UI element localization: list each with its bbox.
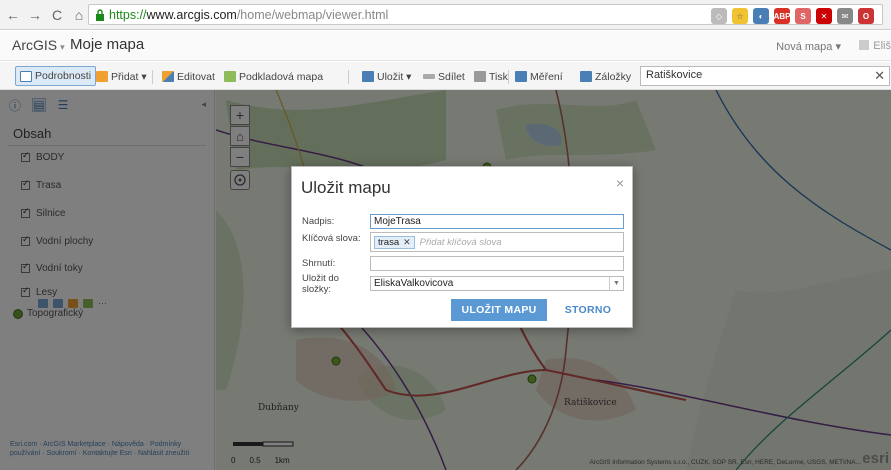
remove-tag-icon[interactable]: ✕ xyxy=(403,237,411,248)
keyword-tag: trasa ✕ xyxy=(374,235,415,249)
back-icon[interactable]: ← xyxy=(4,6,22,24)
user-menu[interactable]: Eliš xyxy=(859,40,891,52)
chevron-down-icon: ▾ xyxy=(60,42,65,52)
reload-icon[interactable]: C xyxy=(48,6,66,24)
url-path: /home/webmap/viewer.html xyxy=(236,7,389,22)
close-icon[interactable]: × xyxy=(616,175,624,191)
details-button[interactable]: Podrobnosti xyxy=(15,66,97,86)
user-icon xyxy=(859,40,870,50)
print-button[interactable]: Tisk xyxy=(474,68,508,85)
folder-select[interactable]: EliskaValkovicova ▼ xyxy=(370,276,624,291)
share-button[interactable]: Sdílet xyxy=(423,68,465,85)
edit-button[interactable]: Editovat xyxy=(162,68,215,85)
summary-label: Shrnutí: xyxy=(302,258,336,269)
flag-icon[interactable]: ✕ xyxy=(816,8,832,24)
toolbar-divider xyxy=(152,70,153,84)
folder-label-line: složky: xyxy=(302,284,332,295)
opera-icon[interactable]: O xyxy=(858,8,874,24)
bookmarks-button[interactable]: Záložky xyxy=(580,68,631,85)
share-label: Sdílet xyxy=(438,70,465,83)
save-label: Uložit ▾ xyxy=(377,70,412,83)
user-name: Eliš xyxy=(873,40,891,52)
keyword-tag-label: trasa xyxy=(378,236,400,248)
basemap-label: Podkladová mapa xyxy=(239,70,324,83)
folder-label-line: Uložit do xyxy=(302,273,339,284)
title-input[interactable]: MojeTrasa xyxy=(370,214,624,229)
basemap-button[interactable]: Podkladová mapa xyxy=(224,68,323,85)
shield-extension-icon[interactable]: ◇ xyxy=(711,8,727,24)
home-icon[interactable]: ⌂ xyxy=(70,6,88,24)
app-brand[interactable]: ArcGIS ▾ xyxy=(12,37,68,53)
keywords-placeholder: Přidat klíčová slova xyxy=(419,236,502,248)
brand-label: ArcGIS xyxy=(12,37,58,53)
keywords-input[interactable]: trasa ✕ Přidat klíčová slova xyxy=(370,232,624,252)
new-map-button[interactable]: Nová mapa ▾ xyxy=(776,40,841,53)
url-scheme: https:// xyxy=(109,7,147,22)
close-icon[interactable]: ✕ xyxy=(874,68,885,84)
details-label: Podrobnosti xyxy=(35,70,92,82)
mail-icon[interactable]: ✉ xyxy=(837,8,853,24)
folder-value: EliskaValkovicova xyxy=(374,278,454,289)
page-title: Moje mapa xyxy=(70,36,145,53)
ruler-icon xyxy=(515,71,527,82)
extension-s-icon[interactable]: S xyxy=(795,8,811,24)
cancel-button[interactable]: STORNO xyxy=(563,299,613,321)
extension-icon[interactable]: ◐ xyxy=(753,8,769,24)
save-map-button[interactable]: ULOŽIT MAPU xyxy=(451,299,547,321)
map-toolbar: Podrobnosti Přidat ▾ Editovat Podkladová… xyxy=(0,62,891,90)
toolbar-divider xyxy=(348,70,349,84)
print-label: Tisk xyxy=(489,70,508,83)
adblock-icon[interactable]: ABP xyxy=(774,8,790,24)
dialog-title: Uložit mapu xyxy=(301,178,391,197)
summary-input[interactable] xyxy=(370,256,624,271)
save-menu-button[interactable]: Uložit ▾ xyxy=(362,68,411,85)
keywords-label: Klíčová slova: xyxy=(302,233,361,244)
browser-toolbar: ← → C ⌂ https://www.arcgis.com/home/webm… xyxy=(0,0,891,30)
folder-label: Uložit do složky: xyxy=(302,273,339,295)
forward-icon[interactable]: → xyxy=(26,6,44,24)
edit-label: Editovat xyxy=(177,70,215,83)
add-label: Přidat ▾ xyxy=(111,70,147,83)
title-label: Nadpis: xyxy=(302,216,335,227)
bookmark-icon xyxy=(580,71,592,82)
address-bar[interactable]: https://www.arcgis.com/home/webmap/viewe… xyxy=(88,4,883,25)
save-icon xyxy=(362,71,374,82)
toolbar-divider xyxy=(508,70,509,84)
print-icon xyxy=(474,71,486,82)
pencil-icon xyxy=(162,71,174,82)
search-input[interactable]: Ratiškovice ✕ xyxy=(640,66,890,86)
measure-button[interactable]: Měření xyxy=(515,68,563,85)
share-icon xyxy=(423,74,435,79)
save-map-dialog: Uložit mapu × Nadpis: MojeTrasa Klíčová … xyxy=(291,166,633,328)
url-host: www.arcgis.com xyxy=(146,7,237,22)
search-value: Ratiškovice xyxy=(646,69,703,81)
measure-label: Měření xyxy=(530,70,563,83)
star-icon[interactable]: ☆ xyxy=(732,8,748,24)
add-icon xyxy=(96,71,108,82)
lock-icon xyxy=(96,8,104,21)
basemap-icon xyxy=(224,71,236,82)
details-icon xyxy=(20,70,32,82)
app-header: ArcGIS ▾ Moje mapa Nová mapa ▾ Eliš xyxy=(0,31,891,61)
chevron-down-icon[interactable]: ▼ xyxy=(609,277,623,290)
add-button[interactable]: Přidat ▾ xyxy=(96,68,147,85)
bookmarks-label: Záložky xyxy=(595,70,632,83)
